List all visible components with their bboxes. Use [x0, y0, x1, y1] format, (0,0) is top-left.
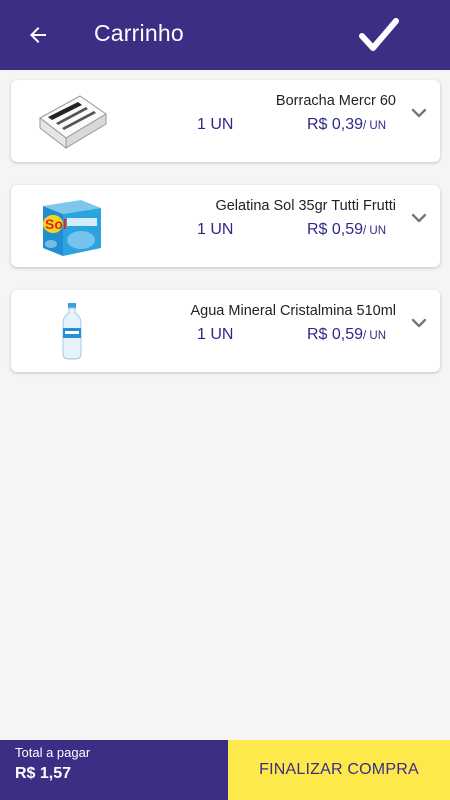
arrow-left-icon: [30, 27, 46, 43]
cart-item[interactable]: Agua Mineral Cristalmina 510ml 1 UN R$ 0…: [11, 290, 440, 372]
price-value: R$ 0,59: [306, 326, 363, 343]
water-bottle-product-image: [25, 296, 119, 366]
product-price: R$ 0,39/ UN: [307, 116, 386, 134]
eraser-product-image: [25, 86, 119, 156]
chevron-down-icon[interactable]: [410, 106, 428, 120]
product-name: Borracha Mercr 60: [275, 93, 396, 109]
chevron-down-icon[interactable]: [410, 316, 428, 330]
product-price: R$ 0,59/ UN: [307, 221, 386, 239]
total-label: Total a pagar: [15, 745, 91, 760]
app-bar: Carrinho: [0, 0, 450, 70]
total-panel: Total a pagar R$ 1,57: [0, 740, 228, 800]
cart-item[interactable]: Sol Gelatina Sol 35gr Tutti Frutti 1 UN …: [11, 185, 440, 267]
product-name: Agua Mineral Cristalmina 510ml: [190, 303, 397, 319]
svg-text:Sol: Sol: [45, 216, 67, 232]
cart-item[interactable]: Borracha Mercr 60 1 UN R$ 0,39/ UN: [11, 80, 440, 162]
product-quantity: 1 UN: [197, 221, 234, 238]
checkout-footer: Total a pagar R$ 1,57 FINALIZAR COMPRA: [0, 740, 450, 800]
price-value: R$ 0,39: [306, 116, 363, 133]
chevron-down-icon[interactable]: [410, 211, 428, 225]
gelatin-box-product-image: Sol: [25, 191, 119, 261]
back-button[interactable]: [20, 17, 56, 53]
confirm-button[interactable]: [354, 12, 404, 58]
product-quantity: 1 UN: [197, 326, 234, 343]
price-unit: / UN: [363, 330, 386, 342]
total-value: R$ 1,57: [15, 765, 72, 782]
finalize-purchase-button[interactable]: FINALIZAR COMPRA: [228, 740, 450, 800]
product-price: R$ 0,59/ UN: [307, 326, 386, 344]
checkmark-icon: [359, 18, 399, 51]
cart-list: Borracha Mercr 60 1 UN R$ 0,39/ UN Sol G…: [11, 80, 440, 395]
price-unit: / UN: [363, 120, 386, 132]
price-unit: / UN: [363, 225, 386, 237]
price-value: R$ 0,59: [306, 221, 363, 238]
product-quantity: 1 UN: [197, 116, 234, 133]
page-title: Carrinho: [94, 20, 184, 46]
product-name: Gelatina Sol 35gr Tutti Frutti: [215, 198, 396, 214]
